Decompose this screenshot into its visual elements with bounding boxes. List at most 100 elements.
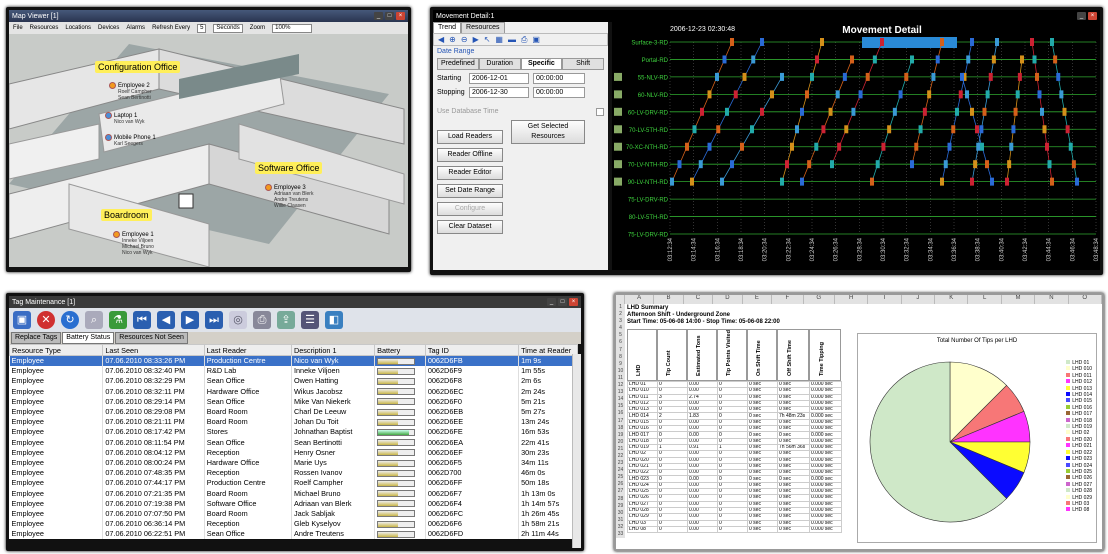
back-icon[interactable]: ◀ (438, 35, 444, 44)
table-row[interactable]: LHD 08 0 0.00 0 0 sec 0 sec 0.000 sec (627, 525, 842, 534)
row-header[interactable]: 21 (616, 446, 625, 453)
row-header[interactable]: 9 (616, 361, 625, 368)
find-icon[interactable]: ◎ (229, 311, 247, 329)
export-icon[interactable]: ⇪ (277, 311, 295, 329)
menu-file[interactable]: File (13, 25, 23, 31)
row-header[interactable]: 18 (616, 425, 625, 432)
row-header[interactable]: 4 (616, 325, 625, 332)
tab-trend[interactable]: Trend (433, 22, 462, 33)
table-row[interactable]: Employee 07.06.2010 08:21:11 PM Board Room… (9, 416, 578, 427)
column-header[interactable]: I (868, 295, 902, 304)
table-row[interactable]: Employee 07.06.2010 06:36:14 PM Reception G… (9, 518, 578, 529)
table-row[interactable]: Employee 07.06.2010 08:32:40 PM R&D Lab Inn… (9, 365, 578, 376)
stopping-time-field[interactable]: 00:00:00 (533, 87, 585, 98)
room-label-software[interactable]: Software Office (255, 162, 323, 174)
col-last-seen[interactable]: Last Seen (102, 344, 205, 356)
header-cell[interactable]: Time Tipping (809, 329, 841, 381)
column-header[interactable]: C (684, 295, 714, 304)
header-cell[interactable]: On Shift Time (747, 329, 777, 381)
row-header[interactable]: 33 (616, 531, 625, 538)
row-header[interactable]: 12 (616, 382, 625, 389)
save-icon[interactable]: ▣ (13, 311, 31, 329)
vertical-scrollbar[interactable] (572, 354, 581, 548)
minimize-button[interactable]: _ (1077, 12, 1086, 20)
row-header[interactable]: 15 (616, 403, 625, 410)
table-row[interactable]: Employee 07.06.2010 07:19:38 PM Software O… (9, 498, 578, 509)
row-header[interactable]: 5 (616, 332, 625, 339)
starting-date-field[interactable]: 2006-12-01 (469, 73, 529, 84)
row-header[interactable]: 7 (616, 347, 625, 354)
zoom-in-icon[interactable]: ⊕ (449, 35, 456, 44)
table-row[interactable]: Employee 07.06.2010 08:11:54 PM Sean Offic… (9, 437, 578, 448)
layout-icon[interactable]: ◧ (325, 311, 343, 329)
close-button[interactable]: × (569, 298, 578, 306)
row-header[interactable]: 22 (616, 453, 625, 460)
row-header[interactable]: 30 (616, 510, 625, 517)
col-battery[interactable]: Battery (374, 344, 426, 356)
table-row[interactable]: Employee 07.06.2010 08:29:08 PM Board Room… (9, 406, 578, 417)
col-time-at-reader[interactable]: Time at Reader (518, 344, 578, 356)
column-header[interactable]: K (935, 295, 969, 304)
row-header[interactable]: 24 (616, 467, 625, 474)
refresh-unit-select[interactable]: Seconds (213, 23, 243, 33)
column-header[interactable]: D (713, 295, 743, 304)
get-selected-resources-button[interactable]: Get Selected Resources (511, 120, 585, 144)
row-header[interactable]: 13 (616, 389, 625, 396)
row-header[interactable]: 3 (616, 318, 625, 325)
range-tab-duration[interactable]: Duration (478, 58, 521, 70)
header-cell[interactable]: Tip Points Visited (717, 329, 747, 381)
row-header[interactable]: 29 (616, 503, 625, 510)
stopping-date-field[interactable]: 2006-12-30 (469, 87, 529, 98)
row-header[interactable]: 25 (616, 474, 625, 481)
delete-icon[interactable]: ✕ (37, 311, 55, 329)
table-row[interactable]: Employee 07.06.2010 06:22:51 PM Sean Offic… (9, 528, 578, 539)
col-last-reader[interactable]: Last Reader (203, 344, 292, 356)
table-row[interactable]: Employee 07.06.2010 08:00:24 PM Hardware O… (9, 457, 578, 468)
tab-resources[interactable]: Resources (461, 22, 505, 33)
row-header[interactable]: 27 (616, 488, 625, 495)
pie-chart-area[interactable]: Total Number Of Tips per LHD LHD 01 LHD 0… (857, 333, 1097, 543)
print-icon[interactable]: ⎙ (521, 35, 527, 45)
set-date-range-button[interactable]: Set Date Range (437, 184, 503, 198)
phone-marker[interactable]: Mobile Phone 1 Karl Seegers (105, 134, 156, 147)
reader-editor-button[interactable]: Reader Editor (437, 166, 503, 180)
room-label-boardroom[interactable]: Boardroom (101, 209, 152, 221)
range-tab-specific[interactable]: Specific (520, 58, 563, 70)
employee-marker[interactable]: Employee 2 Roelf Campher Sean Bertinotti (109, 82, 152, 101)
row-header[interactable]: 26 (616, 481, 625, 488)
refresh-input[interactable]: 5 (197, 23, 207, 33)
range-tab-shift[interactable]: Shift (562, 58, 604, 70)
row-header[interactable]: 28 (616, 496, 625, 503)
previous-record-icon[interactable]: ◀ (157, 311, 175, 329)
reader-offline-button[interactable]: Reader Offline (437, 148, 503, 162)
row-header[interactable]: 31 (616, 517, 625, 524)
header-cell[interactable]: Off Shift Time (777, 329, 809, 381)
starting-time-field[interactable]: 00:00:00 (533, 73, 585, 84)
print-icon[interactable]: ⎙ (253, 311, 271, 329)
table-row[interactable]: Employee 07.06.2010 07:48:35 PM Reception R… (9, 467, 578, 478)
col-description[interactable]: Description 1 (290, 344, 376, 356)
row-header[interactable]: 6 (616, 339, 625, 346)
pointer-icon[interactable]: ↖ (484, 35, 491, 44)
corner-cell[interactable] (616, 295, 625, 304)
row-header[interactable]: 2 (616, 311, 625, 318)
menu-devices[interactable]: Devices (98, 25, 119, 31)
search-icon[interactable]: ⌕ (85, 311, 103, 329)
close-button[interactable]: × (1088, 12, 1097, 20)
header-cell[interactable]: Tip Count (657, 329, 687, 381)
column-header[interactable]: O (1069, 295, 1102, 304)
column-header[interactable]: H (835, 295, 869, 304)
header-cell[interactable]: Estimated Tons (687, 329, 717, 381)
load-readers-button[interactable]: Load Readers (437, 130, 503, 144)
row-header[interactable]: 17 (616, 418, 625, 425)
row-header[interactable]: 16 (616, 410, 625, 417)
column-header[interactable]: N (1035, 295, 1069, 304)
row-header[interactable]: 19 (616, 432, 625, 439)
filter-icon[interactable]: ⚗ (109, 311, 127, 329)
floor-map[interactable]: Configuration Office Software Office Boa… (9, 34, 408, 267)
table-row[interactable]: Employee 07.06.2010 08:32:11 PM Hardware O… (9, 386, 578, 397)
column-header[interactable]: E (743, 295, 773, 304)
row-header[interactable]: 32 (616, 524, 625, 531)
employee-marker[interactable]: Employee 1 Inneke Viljoen Michael Bruno Nic… (113, 231, 154, 256)
table-row[interactable]: Employee 07.06.2010 07:07:50 PM Board Room… (9, 508, 578, 519)
